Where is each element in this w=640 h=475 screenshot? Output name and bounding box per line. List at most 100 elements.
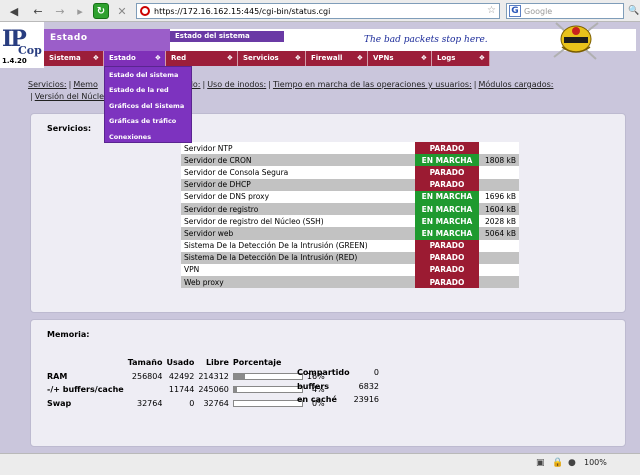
- service-memory: [479, 166, 519, 179]
- service-memory: [479, 142, 519, 155]
- link-uptime[interactable]: Tiempo en marcha de las operaciones y us…: [273, 80, 472, 89]
- browser-toolbar: ◀ ← → ▸ ↻ ✕ https://172.16.162.15:445/cg…: [0, 0, 640, 22]
- main-nav: Sistema ❖ Estado ❖ Red ❖ Servicios ❖ Firewal…: [44, 51, 498, 66]
- browser-statusbar: ▣ 🔒 ● 100%: [0, 453, 640, 475]
- diamond-icon: ❖: [294, 54, 301, 62]
- menu-item-estado-sistema[interactable]: Estado del sistema: [105, 67, 191, 82]
- nav-sistema[interactable]: Sistema ❖: [44, 51, 104, 66]
- service-row: Sistema De la Detección De la Intrusión …: [181, 239, 519, 252]
- service-name: VPN: [181, 263, 415, 277]
- page-content: IP Cop 1.4.20 Estado Estado del sistema …: [0, 22, 640, 453]
- nav-label: Red: [171, 54, 187, 62]
- usage-bar: [232, 386, 303, 394]
- service-memory: [479, 263, 519, 277]
- service-status-badge: EN MARCHA: [415, 154, 479, 167]
- service-status-badge: PARADO: [415, 178, 479, 191]
- service-status-badge: PARADO: [415, 251, 479, 264]
- nav-label: Sistema: [49, 54, 81, 62]
- stop-icon[interactable]: ✕: [114, 3, 130, 19]
- diamond-icon: ❖: [154, 54, 161, 62]
- google-icon: G: [509, 5, 521, 17]
- service-status-badge: EN MARCHA: [415, 202, 479, 216]
- menu-item-graficos-sistema[interactable]: Gráficos del Sistema: [105, 98, 191, 113]
- nav-estado[interactable]: Estado ❖: [104, 51, 166, 66]
- service-row: Servidor NTP PARADO: [181, 142, 519, 155]
- reload-icon[interactable]: ↻: [93, 3, 109, 19]
- link-memoria[interactable]: Memo: [73, 80, 98, 89]
- nav-label: Servicios: [243, 54, 279, 62]
- service-name: Servidor de DHCP: [181, 178, 415, 191]
- back-button-icon[interactable]: ←: [30, 3, 46, 19]
- back-icon[interactable]: ◀: [6, 3, 22, 19]
- ipcop-logo: IP Cop 1.4.20: [0, 22, 44, 68]
- link-version-nucleo[interactable]: Versión del Núcleo: [35, 92, 109, 101]
- service-row: Servidor de registro del Núcleo (SSH) EN …: [181, 215, 519, 228]
- menu-item-graficas-trafico[interactable]: Gráficas de tráfico: [105, 113, 191, 128]
- usage-bar-fill: [233, 387, 237, 393]
- service-row: VPN PARADO: [181, 263, 519, 277]
- service-name: Servidor de registro del Núcleo (SSH): [181, 215, 415, 228]
- nav-label: VPNs: [373, 54, 394, 62]
- memory-title: Memoria:: [47, 330, 90, 339]
- service-name: Servidor de DNS proxy: [181, 190, 415, 203]
- service-row: Servidor web EN MARCHA 5064 kB: [181, 227, 519, 240]
- nav-red[interactable]: Red ❖: [166, 51, 238, 66]
- addon-icon[interactable]: ▣: [536, 458, 545, 468]
- service-name: Servidor de CRON: [181, 154, 415, 167]
- service-memory: [479, 239, 519, 252]
- tagline: The bad packets stop here.: [364, 35, 488, 45]
- service-status-badge: PARADO: [415, 239, 479, 252]
- lock-icon: 🔒: [552, 458, 564, 468]
- service-row: Servidor de DNS proxy EN MARCHA 1696 kB: [181, 190, 519, 203]
- site-blocked-icon: [140, 6, 150, 16]
- url-bar[interactable]: https://172.16.162.15:445/cgi-bin/status…: [136, 3, 500, 19]
- zoom-icon[interactable]: ●: [568, 458, 576, 468]
- memory-header-row: Tamaño Usado Libre Porcentaje: [45, 356, 327, 370]
- bookmark-star-icon[interactable]: ☆: [487, 5, 496, 16]
- nav-logs[interactable]: Logs ❖: [432, 51, 490, 66]
- service-row: Web proxy PARADO: [181, 276, 519, 289]
- police-helmet-icon: [553, 22, 599, 60]
- page-title: Estado: [44, 29, 170, 51]
- memory-extra-table: Compartido 0 buffers 6832 en caché 23916: [297, 368, 380, 405]
- col-usado: Usado: [166, 358, 195, 368]
- service-memory: 1808 kB: [479, 154, 519, 167]
- service-memory: 1696 kB: [479, 190, 519, 203]
- estado-dropdown-menu: Estado del sistema Estado de la red Gráf…: [104, 66, 192, 143]
- service-status-badge: EN MARCHA: [415, 215, 479, 228]
- nav-vpns[interactable]: VPNs ❖: [368, 51, 432, 66]
- memory-panel: Memoria: Tamaño Usado Libre Porcentaje R…: [30, 319, 626, 447]
- nav-servicios[interactable]: Servicios ❖: [238, 51, 306, 66]
- service-row: Sistema De la Detección De la Intrusión …: [181, 251, 519, 264]
- service-memory: [479, 178, 519, 191]
- col-tamano: Tamaño: [127, 358, 163, 368]
- menu-item-estado-red[interactable]: Estado de la red: [105, 82, 191, 97]
- zoom-level[interactable]: 100%: [584, 458, 607, 467]
- nav-label: Estado: [109, 54, 136, 62]
- search-input[interactable]: G Google: [506, 3, 624, 19]
- service-memory: [479, 276, 519, 289]
- service-memory: 1604 kB: [479, 202, 519, 216]
- history-dropdown-icon[interactable]: ▸: [72, 3, 88, 19]
- link-servicios[interactable]: Servicios:: [28, 80, 67, 89]
- service-status-badge: PARADO: [415, 263, 479, 277]
- diamond-icon: ❖: [420, 54, 427, 62]
- diamond-icon: ❖: [92, 54, 99, 62]
- forward-icon[interactable]: →: [52, 3, 68, 19]
- service-status-badge: PARADO: [415, 166, 479, 179]
- service-row: Servidor de Consola Segura PARADO: [181, 166, 519, 179]
- search-go-icon[interactable]: 🔍: [628, 6, 639, 16]
- service-status-badge: PARADO: [415, 142, 479, 155]
- page-subtitle: Estado del sistema: [170, 31, 284, 42]
- menu-item-conexiones[interactable]: Conexiones: [105, 129, 191, 144]
- link-inodos[interactable]: Uso de inodos:: [207, 80, 266, 89]
- service-row: Servidor de CRON EN MARCHA 1808 kB: [181, 154, 519, 167]
- service-status-badge: EN MARCHA: [415, 190, 479, 203]
- memory-table: Tamaño Usado Libre Porcentaje RAM 256804…: [45, 356, 327, 410]
- header-band: Estado Estado del sistema The bad packet…: [44, 22, 636, 60]
- memory-row: -/+ buffers/cache 11744 245060 4%: [47, 385, 325, 395]
- link-modulos[interactable]: Módulos cargados:: [478, 80, 553, 89]
- service-name: Servidor NTP: [181, 142, 415, 155]
- diamond-icon: ❖: [226, 54, 233, 62]
- nav-firewall[interactable]: Firewall ❖: [306, 51, 368, 66]
